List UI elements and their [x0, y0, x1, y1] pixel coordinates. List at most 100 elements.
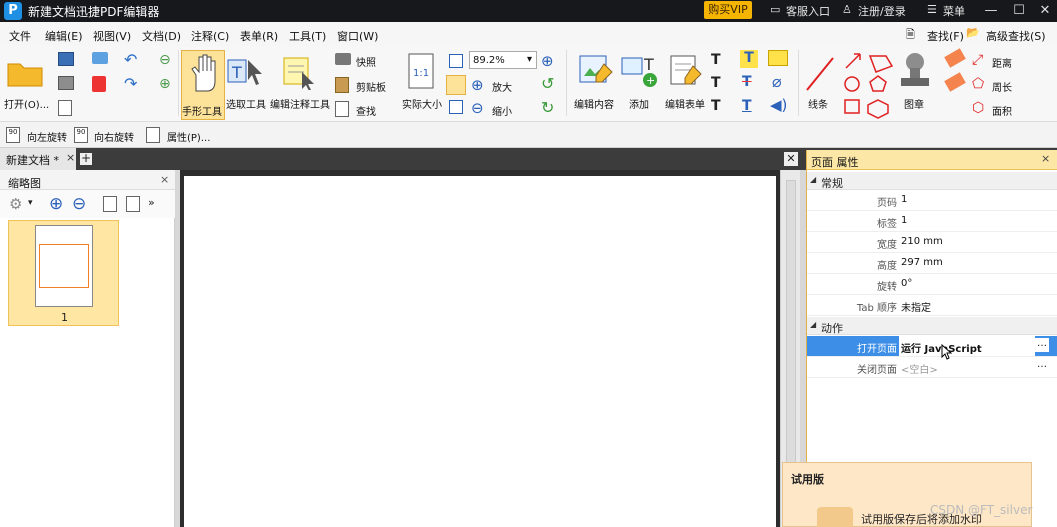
- redo-icon[interactable]: ↷: [124, 74, 137, 93]
- add-content-icon[interactable]: T +: [620, 52, 660, 88]
- property-value[interactable]: 1: [901, 215, 907, 226]
- property-value[interactable]: <空白>: [901, 361, 938, 376]
- pdf-page[interactable]: [184, 176, 776, 527]
- actual-size-button[interactable]: 实际大小: [402, 96, 442, 111]
- service-link[interactable]: 客服入口: [786, 3, 830, 19]
- line-icon[interactable]: [803, 54, 837, 94]
- advanced-find-button[interactable]: 高级查找(S): [986, 28, 1046, 44]
- menu-form[interactable]: 表单(R): [240, 28, 278, 44]
- section-action[interactable]: ◢ 动作: [807, 317, 1057, 335]
- close-icon[interactable]: ×: [66, 151, 75, 164]
- property-value[interactable]: 运行 JavaScript: [899, 336, 1035, 356]
- zoom-out-button[interactable]: 缩小: [492, 103, 512, 118]
- save-icon[interactable]: [58, 52, 74, 66]
- stamp-button[interactable]: 图章: [904, 96, 924, 111]
- back-icon[interactable]: ⊖: [159, 52, 171, 68]
- fit-page-icon[interactable]: [449, 54, 463, 68]
- edit-annotation-tool-button[interactable]: 编辑注释工具: [270, 96, 330, 111]
- sound-icon[interactable]: ◀): [770, 96, 787, 114]
- close-icon[interactable]: ×: [1041, 152, 1050, 165]
- find-button[interactable]: 查找(F): [927, 28, 964, 44]
- edit-form-icon[interactable]: [667, 52, 707, 88]
- strikeout-icon[interactable]: T: [742, 74, 752, 90]
- forward-icon[interactable]: ⊕: [159, 76, 171, 92]
- pdf-new-icon[interactable]: [92, 76, 106, 92]
- close-icon[interactable]: ×: [160, 173, 169, 186]
- cloud-icon[interactable]: [92, 52, 108, 64]
- ellipsis-button[interactable]: …: [1035, 359, 1049, 373]
- close-window-button[interactable]: ✕: [1031, 0, 1057, 22]
- property-value[interactable]: 未指定: [901, 299, 931, 314]
- minimize-button[interactable]: —: [977, 0, 1005, 22]
- add-tab-button[interactable]: +: [80, 152, 92, 165]
- edit-content-icon[interactable]: [576, 52, 616, 88]
- properties-button[interactable]: 属性(P)...: [167, 129, 210, 144]
- export-icon[interactable]: [58, 100, 72, 116]
- menu-file[interactable]: 文件: [9, 28, 31, 44]
- edit-form-button[interactable]: 编辑表单: [665, 96, 705, 111]
- typewriter-icon[interactable]: T: [711, 98, 721, 114]
- more-icon[interactable]: »: [148, 196, 155, 209]
- text-callout-icon[interactable]: T: [711, 75, 721, 91]
- gear-icon[interactable]: ⚙: [9, 195, 22, 213]
- zoom-in-button[interactable]: 放大: [492, 79, 512, 94]
- fit-width-icon[interactable]: [446, 75, 466, 95]
- underline-icon[interactable]: T: [742, 98, 752, 114]
- actual-size-icon[interactable]: 1:1: [406, 52, 436, 92]
- area-button[interactable]: 面积: [992, 103, 1012, 118]
- hand-tool-button[interactable]: 手形工具: [181, 50, 225, 120]
- text-box-icon[interactable]: T: [711, 52, 721, 68]
- select-text-icon[interactable]: T: [226, 56, 266, 92]
- section-general[interactable]: ◢ 常规: [807, 172, 1057, 190]
- rotate-view-left-icon[interactable]: ↺: [541, 74, 554, 93]
- menu-tools[interactable]: 工具(T): [289, 28, 326, 44]
- menu-window[interactable]: 窗口(W): [337, 28, 378, 44]
- pencil-icon[interactable]: [944, 48, 966, 68]
- rotate-view-right-icon[interactable]: ↻: [541, 98, 554, 117]
- zoom-out-icon[interactable]: ⊖: [72, 194, 86, 214]
- lines-button[interactable]: 线条: [808, 96, 828, 111]
- chevron-down-icon[interactable]: ▾: [28, 198, 33, 208]
- attach-icon[interactable]: ⌀: [772, 72, 782, 91]
- find-ribbon-button[interactable]: 查找: [356, 103, 376, 118]
- rotate-right-button[interactable]: 向右旋转: [94, 129, 134, 144]
- clipboard-button[interactable]: 剪贴板: [356, 79, 386, 94]
- zoom-tool-icon[interactable]: ⊕: [541, 52, 554, 70]
- page-thumbnail[interactable]: 1: [8, 220, 119, 326]
- property-row-open-page[interactable]: 打开页面 运行 JavaScript …: [807, 336, 1057, 357]
- trial-notice[interactable]: 试用版 试用版保存后将添加水印: [782, 462, 1032, 527]
- menu-document[interactable]: 文档(D): [142, 28, 181, 44]
- open-button[interactable]: 打开(O)...: [4, 96, 49, 111]
- menu-comment[interactable]: 注释(C): [191, 28, 229, 44]
- add-button[interactable]: 添加: [629, 96, 649, 111]
- login-link[interactable]: 注册/登录: [858, 3, 906, 19]
- ellipsis-button[interactable]: …: [1035, 338, 1049, 352]
- rotate-right-icon[interactable]: [126, 196, 140, 212]
- undo-icon[interactable]: ↶: [124, 50, 137, 69]
- tab-new-document[interactable]: 新建文档 * ×: [0, 148, 76, 170]
- distance-button[interactable]: 距离: [992, 55, 1012, 70]
- menu-edit[interactable]: 编辑(E): [45, 28, 83, 44]
- rotate-left-button[interactable]: 向左旋转: [27, 129, 67, 144]
- maximize-button[interactable]: ☐: [1005, 0, 1033, 22]
- edit-annotation-icon[interactable]: [278, 52, 318, 90]
- fit-visible-icon[interactable]: [449, 100, 463, 114]
- note-icon[interactable]: [768, 50, 788, 66]
- menu-view[interactable]: 视图(V): [93, 28, 131, 44]
- highlight-icon[interactable]: T: [740, 50, 758, 68]
- main-menu-button[interactable]: 菜单: [943, 3, 965, 19]
- edit-content-button[interactable]: 编辑内容: [574, 96, 614, 111]
- snapshot-button[interactable]: 快照: [356, 54, 376, 69]
- buy-vip-button[interactable]: 购买VIP: [704, 1, 752, 19]
- rotate-left-icon[interactable]: [103, 196, 117, 212]
- select-tool-button[interactable]: 选取工具: [226, 96, 266, 111]
- zoom-select[interactable]: 89.2% ▾: [469, 51, 537, 69]
- eraser-icon[interactable]: [944, 72, 966, 92]
- print-icon[interactable]: [58, 76, 74, 90]
- stamp-icon[interactable]: [897, 50, 933, 94]
- zoom-in-icon[interactable]: ⊕: [49, 194, 63, 214]
- property-row-close-page[interactable]: 关闭页面 <空白> …: [807, 357, 1057, 378]
- property-value[interactable]: 0°: [901, 278, 912, 289]
- shapes-icon[interactable]: [842, 50, 894, 120]
- perimeter-button[interactable]: 周长: [992, 79, 1012, 94]
